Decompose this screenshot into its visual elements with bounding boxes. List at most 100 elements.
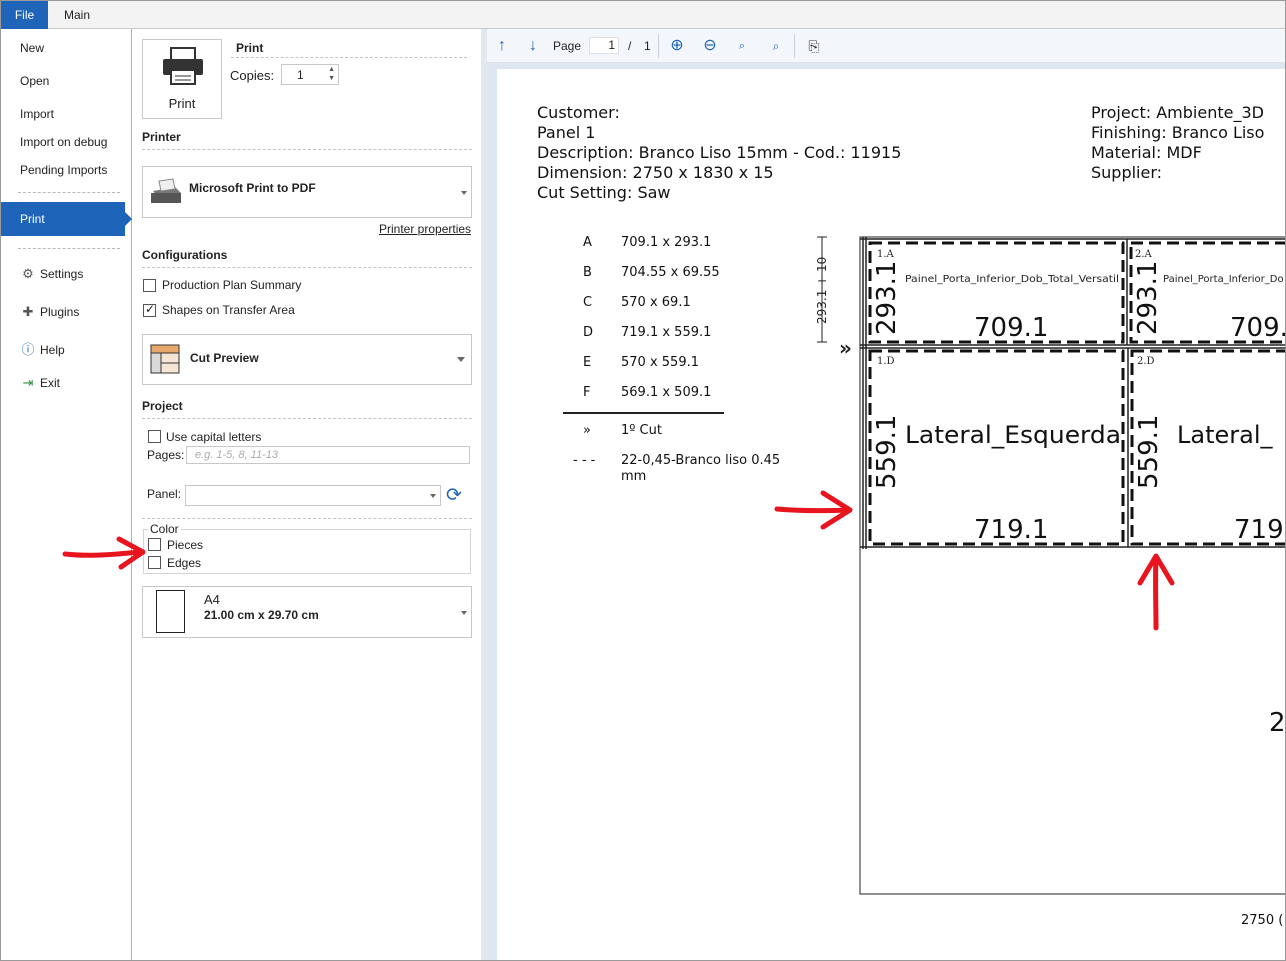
color-legend: Color: [148, 522, 181, 536]
bottom-dimension: 2750 (: [1241, 913, 1283, 928]
printer-select[interactable]: Microsoft Print to PDF: [142, 166, 472, 218]
chevron-down-icon: [430, 494, 436, 498]
tab-file[interactable]: File: [1, 1, 48, 29]
stepper-up-icon[interactable]: ▲: [328, 66, 335, 73]
nav-import[interactable]: Import: [1, 101, 131, 127]
layout-selected-label: Cut Preview: [190, 351, 259, 365]
puzzle-icon: ✚: [22, 304, 34, 319]
next-page-icon[interactable]: ↓: [522, 35, 544, 57]
divider: [231, 57, 467, 58]
doc-dimension: Dimension: 2750 x 1830 x 15: [537, 163, 774, 182]
print-settings-panel: Print Print Copies: 1 ▲ ▼ Printer Micros…: [133, 29, 481, 960]
legend-key: F: [583, 385, 591, 400]
edge-label: 22-0,45-Branco liso 0.45: [621, 453, 781, 468]
first-cut-symbol: »: [583, 423, 591, 438]
nav-plugins[interactable]: ✚ Plugins: [1, 299, 131, 325]
cut-preview-icon: [150, 344, 180, 374]
piece-height: 559.1: [1134, 415, 1164, 489]
exit-icon: ⇥: [22, 375, 34, 390]
ribbon-tab-bar: File Main: [1, 1, 1285, 29]
preview-toolbar: ↑ ↓ Page 1 / 1 ⊕ ⊖ ⌕ ⌕ ⎘: [487, 29, 1285, 63]
piece-tag: 2.D: [1137, 356, 1155, 367]
edges-checkbox[interactable]: [148, 556, 161, 569]
shapes-transfer-area-checkbox[interactable]: [143, 302, 156, 317]
nav-settings-label: Settings: [40, 267, 84, 281]
piece-height: 293.1: [1133, 261, 1163, 335]
nav-divider: [18, 192, 120, 193]
nav-help-label: Help: [40, 343, 65, 357]
tab-main[interactable]: Main: [50, 1, 104, 29]
nav-new[interactable]: New: [1, 35, 131, 61]
piece-width: 719.1: [974, 515, 1048, 545]
shapes-transfer-area-label: Shapes on Transfer Area: [162, 303, 295, 317]
piece-height: 559.1: [872, 415, 902, 489]
copies-stepper[interactable]: 1 ▲ ▼: [281, 64, 339, 85]
paper-size: 21.00 cm x 29.70 cm: [204, 608, 319, 622]
zoom-fit-icon[interactable]: ⌕: [765, 35, 787, 57]
backstage-nav: New Open Import Import on debug Pending …: [1, 29, 132, 960]
help-icon: ⓘ: [21, 342, 35, 357]
print-button-label: Print: [168, 96, 196, 111]
panel-label: Panel:: [147, 487, 182, 501]
zoom-in-icon[interactable]: ⊕: [666, 35, 688, 57]
piece-tag: 2.A: [1135, 249, 1153, 260]
paper-name: A4: [204, 592, 220, 607]
printer-name: Microsoft Print to PDF: [189, 181, 316, 195]
nav-divider: [18, 248, 120, 249]
divider: [142, 149, 472, 150]
legend-key: B: [583, 265, 592, 280]
legend-value: 570 x 559.1: [621, 355, 699, 370]
layout-select[interactable]: Cut Preview: [142, 334, 472, 385]
piece-width: 709.: [1230, 313, 1285, 343]
previous-page-icon[interactable]: ↑: [491, 35, 513, 57]
configurations-header: Configurations: [142, 248, 228, 262]
nav-open[interactable]: Open: [1, 68, 131, 94]
refresh-icon[interactable]: ⟳: [446, 486, 462, 506]
legend-value: 704.55 x 69.55: [621, 265, 720, 280]
legend-key: C: [583, 295, 593, 310]
zoom-100-icon[interactable]: ⌕: [731, 35, 753, 57]
nav-help[interactable]: ⓘ Help: [1, 337, 131, 363]
panel-select[interactable]: [185, 485, 441, 506]
copies-value: 1: [297, 68, 304, 82]
legend-value: 570 x 69.1: [621, 295, 691, 310]
nav-print[interactable]: Print: [1, 202, 132, 236]
legend-value: 569.1 x 509.1: [621, 385, 712, 400]
pieces-checkbox[interactable]: [148, 538, 161, 551]
doc-description: Description: Branco Liso 15mm - Cod.: 11…: [537, 143, 902, 162]
nav-exit[interactable]: ⇥ Exit: [1, 370, 131, 396]
paper-size-select[interactable]: A4 21.00 cm x 29.70 cm: [142, 586, 472, 638]
app-window: File Main New Open Import Import on debu…: [0, 0, 1286, 961]
piece-name: Lateral_: [1177, 421, 1273, 449]
piece-name: Lateral_Esquerda: [905, 421, 1121, 449]
zoom-out-icon[interactable]: ⊖: [699, 35, 721, 57]
production-plan-summary-checkbox[interactable]: [143, 279, 156, 292]
stepper-down-icon[interactable]: ▼: [328, 75, 335, 82]
pages-input[interactable]: e.g. 1-5, 8, 11-13: [186, 446, 470, 464]
printer-properties-link[interactable]: Printer properties: [379, 222, 471, 236]
legend-key: E: [583, 355, 592, 370]
toolbar-separator: [794, 34, 795, 58]
partial-dimension: 2: [1269, 708, 1285, 738]
page-number-input[interactable]: 1: [589, 37, 619, 54]
nav-pending-imports[interactable]: Pending Imports: [1, 157, 131, 183]
printer-device-icon: [151, 178, 181, 203]
nav-plugins-label: Plugins: [40, 305, 80, 319]
print-section-header: Print: [236, 41, 264, 55]
export-page-icon[interactable]: ⎘: [803, 35, 825, 57]
edges-label: Edges: [167, 556, 202, 570]
piece-height: 293.1: [872, 261, 902, 335]
print-button[interactable]: Print: [142, 39, 222, 119]
legend-value: 719.1 x 559.1: [621, 325, 712, 340]
use-capital-letters-checkbox[interactable]: [148, 430, 161, 443]
nav-import-debug[interactable]: Import on debug: [1, 129, 131, 155]
nav-settings[interactable]: ⚙ Settings: [1, 261, 131, 287]
piece-tag: 1.D: [877, 356, 895, 367]
copies-label: Copies:: [230, 68, 275, 83]
divider: [142, 267, 472, 268]
piece-name: Painel_Porta_Inferior_Dob_Total_Versatil: [905, 274, 1119, 285]
toolbar-separator: [658, 34, 659, 58]
use-capital-letters-label: Use capital letters: [166, 430, 262, 444]
doc-customer: Customer:: [537, 103, 620, 122]
edge-symbol: - - -: [573, 453, 596, 468]
